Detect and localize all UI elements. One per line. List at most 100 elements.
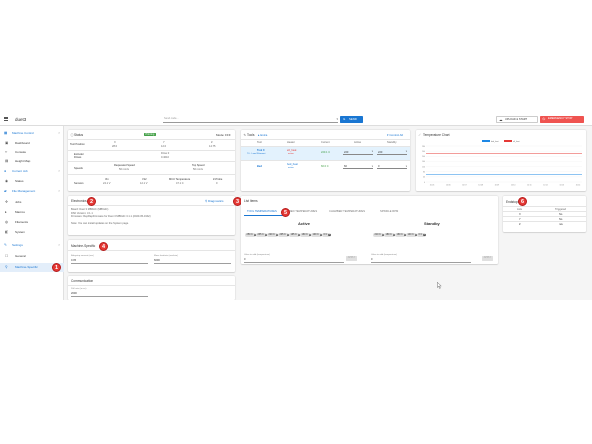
y-tick-label: 160 <box>422 161 425 163</box>
current-temp: 60.0 C <box>321 165 329 168</box>
sidebar-category-current-job[interactable]: ● Current Job ˄ <box>0 167 64 175</box>
sensor-mcu-value: 47.1 C <box>176 182 184 185</box>
standby-heading: Standby <box>424 221 440 226</box>
sensors-label: Sensors <box>74 182 84 185</box>
standby-temp-input[interactable]: 220 ▾ <box>377 149 407 155</box>
y-tick-label: 40 <box>423 177 425 179</box>
standby-temp-chip[interactable]: 180 C × <box>384 233 396 237</box>
standby-temp-input[interactable]: 0 ▾ <box>377 163 407 169</box>
sidebar-item-system[interactable]: ◧ System <box>0 228 64 236</box>
feedrate-value[interactable]: 6000 <box>154 259 160 262</box>
active-add-value[interactable]: 0 <box>244 258 245 261</box>
babystep-value[interactable]: 0.05 <box>71 259 76 262</box>
code-input[interactable]: Send code... ▾ <box>163 116 338 123</box>
chart-ticks: 280 240 200 160 120 80 40 0 10:05 10:06 10:07 10:08… <box>422 146 580 187</box>
sidebar-item-status[interactable]: ◉ Status <box>0 177 64 185</box>
tool-name[interactable]: Bed <box>257 165 262 168</box>
close-icon[interactable]: × <box>423 233 426 237</box>
status-card: ⓘ Status Printing Mode: FFF X Y Z Tool P… <box>68 130 235 191</box>
tool-name[interactable]: Tool 0 <box>257 149 264 152</box>
chevron-down-icon[interactable]: ▾ <box>336 117 338 121</box>
control-all-button[interactable]: ▾ Control All <box>387 133 403 137</box>
send-button[interactable]: ➤ SEND <box>340 115 363 123</box>
standby-temp-chip[interactable]: 160 C × <box>395 233 407 237</box>
active-temp-input[interactable]: 60 ▾ <box>343 163 373 169</box>
sidebar-item-height-map[interactable]: ▤ Height Map <box>0 157 64 165</box>
sensor-v12-label: V12 <box>142 178 147 181</box>
heater-name[interactable]: bed_heat <box>287 163 298 166</box>
active-temp-chip[interactable]: 195 C × <box>289 233 301 237</box>
heater-name[interactable]: e0_heat <box>287 149 296 152</box>
standby-temp-chip[interactable]: 0 C × <box>417 233 426 237</box>
legend-swatch[interactable] <box>504 140 512 142</box>
standby-temp-value: 220 <box>378 150 383 154</box>
sidebar-item-general[interactable]: ☐ General <box>0 252 64 260</box>
active-temp-value: 220 <box>344 150 349 154</box>
active-apply-button[interactable]: APPLY <box>346 256 357 261</box>
axis-y-label: Y <box>163 141 165 144</box>
menu-icon[interactable] <box>4 117 8 121</box>
active-temp-chip[interactable]: 100 C × <box>311 233 323 237</box>
standby-apply-button[interactable]: APPLY <box>482 256 493 261</box>
active-temp-input[interactable]: 220 ▾ <box>343 149 373 155</box>
callout-badge-5: 5 <box>281 208 290 217</box>
sidebar-item-jobs[interactable]: ✣ Jobs <box>0 198 64 206</box>
send-label: SEND <box>349 117 357 121</box>
sidebar-item-label: Jobs <box>15 200 22 204</box>
upload-start-button[interactable]: ☁ UPLOAD & START <box>496 115 538 123</box>
sidebar-category-label: Machine Control <box>12 131 34 135</box>
file-management-icon: ▰ <box>4 189 7 193</box>
standby-temp-chip[interactable]: 140 C × <box>406 233 418 237</box>
chip-label: 0 C <box>418 233 423 236</box>
close-icon[interactable]: × <box>328 233 331 237</box>
temperature-chart-title: Temperature Chart <box>423 133 450 137</box>
chevron-down-icon: ▾ <box>405 150 407 153</box>
tab-chamber-temperatures[interactable]: CHAMBER TEMPERATURES <box>329 209 365 215</box>
extra-link[interactable]: ▸ Extra <box>258 133 267 137</box>
filaments-icon: ◍ <box>5 220 9 224</box>
extra-label: Extra <box>260 133 268 137</box>
callout-badge-1: 1 <box>52 262 61 272</box>
active-temp-chip[interactable]: 160 C × <box>300 233 312 237</box>
tool-position-z: 14.75 <box>209 145 216 148</box>
sidebar-item-console[interactable]: ‹› Console <box>0 148 64 156</box>
search-icon: ⚲ <box>205 199 208 203</box>
tab-bed-temperatures[interactable]: BED TEMPERATURES <box>289 209 317 215</box>
macros-icon: ▸ <box>5 210 7 214</box>
sidebar-item-dashboard[interactable]: ▣ Dashboard <box>0 139 64 147</box>
active-temp-chip[interactable]: 235 C × <box>256 233 268 237</box>
current-job-icon: ● <box>4 169 7 173</box>
active-temp-chip[interactable]: 250 C × <box>245 233 257 237</box>
sidebar-item-label: Machine-Specific <box>15 265 38 269</box>
active-temp-chip[interactable]: 205 C × <box>278 233 290 237</box>
diagnostics-button[interactable]: ⚲ Diagnostics <box>205 199 224 203</box>
sidebar-category-machine-control[interactable]: ▦ Machine Control ˄ <box>0 129 64 137</box>
babystep-label: Babystep amount (mm) <box>71 255 94 257</box>
sidebar-item-label: General <box>15 254 26 258</box>
sidebar-item-filaments[interactable]: ◍ Filaments <box>0 218 64 226</box>
emergency-stop-button[interactable]: ⏻ EMERGENCY STOP <box>540 115 584 123</box>
standby-add-value[interactable]: 0 <box>371 258 372 261</box>
legend-swatch[interactable] <box>482 140 490 142</box>
board-name: duet3 <box>15 116 27 122</box>
chart-line-icon: ⟋ <box>418 133 421 137</box>
tool-sub-label[interactable]: T0 · Load Filament <box>247 153 265 155</box>
sidebar-category-file-management[interactable]: ▰ File Management ˄ <box>0 187 64 195</box>
active-temp-chip[interactable]: 0 C × <box>322 233 331 237</box>
endstops-card: Endstops Axis Triggered X No Y No Z n/a <box>503 196 586 232</box>
poll-rate-value[interactable]: 2000 <box>71 292 77 295</box>
tab-spindle-rpm[interactable]: SPINDLE RPM <box>380 209 398 215</box>
tool-position-x: 28.0 <box>112 145 118 148</box>
tool-row-1: Bed bed_heat active 60.0 C 60 ▾ 0 ▾ <box>241 161 410 174</box>
active-temp-chip[interactable]: 220 C × <box>267 233 279 237</box>
standby-temp-chip[interactable]: 210 C × <box>373 233 385 237</box>
chevron-up-icon: ˄ <box>58 131 60 135</box>
callout-badge-4: 4 <box>99 241 108 251</box>
sidebar-category-settings[interactable]: ✎ Settings ˄ <box>0 241 64 249</box>
x-tick-label: 10:08 <box>478 185 483 187</box>
sidebar-item-macros[interactable]: ▸ Macros <box>0 208 64 216</box>
x-tick-label: 10:12 <box>543 185 548 187</box>
sidebar-item-label: Status <box>15 179 24 183</box>
feedrate-label: Move feedrate (mm/min) <box>154 255 178 257</box>
top-bar: duet3 Send code... ▾ ➤ SEND ☁ UPLOAD & S… <box>0 112 592 126</box>
